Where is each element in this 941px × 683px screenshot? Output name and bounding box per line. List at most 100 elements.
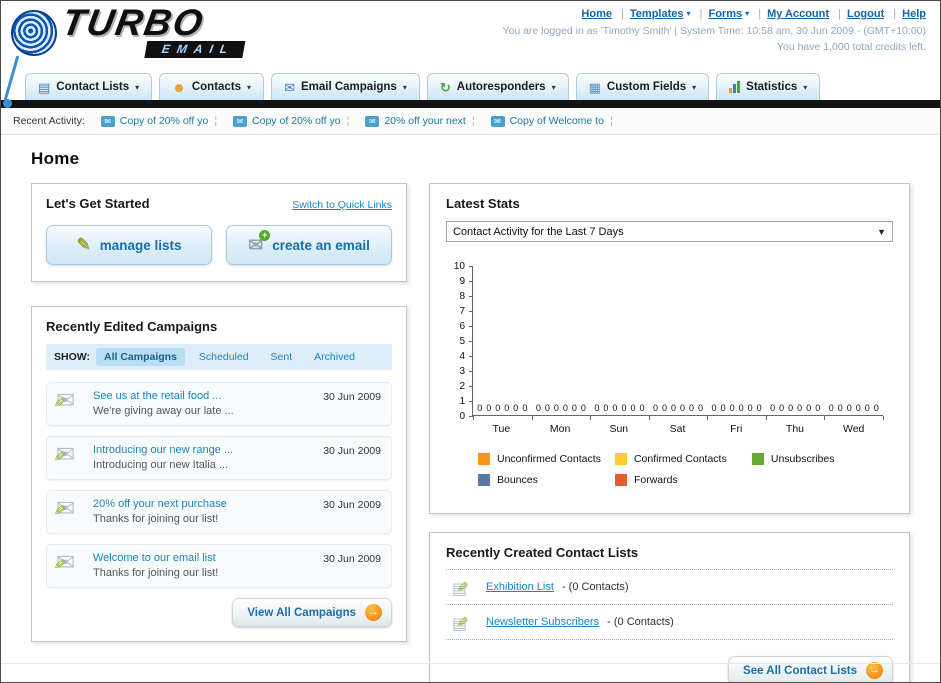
campaign-item[interactable]: ✉ ✎ Welcome to our email list Thanks for… [46, 544, 392, 588]
legend-label: Unconfirmed Contacts [497, 453, 601, 465]
campaign-title-link[interactable]: Welcome to our email list [93, 552, 296, 564]
nav-divider-bar [1, 100, 940, 108]
link-help[interactable]: Help [902, 8, 926, 20]
turbo-email-logo[interactable]: TURBO EMAIL [11, 2, 247, 59]
pencil-icon: ✎ [49, 556, 68, 571]
contact-list-count: - (0 Contacts) [561, 581, 629, 593]
x-axis-tick [824, 416, 826, 420]
legend-item: Unsubscribes [751, 453, 889, 465]
autoresponder-refresh-icon: ↻ [439, 79, 451, 95]
custom-fields-grid-icon: ▦ [588, 79, 601, 95]
campaigns-panel-title: Recently Edited Campaigns [46, 319, 218, 334]
x-axis-label: Tue [492, 423, 511, 435]
link-templates[interactable]: Templates [630, 8, 684, 20]
filter-all-campaigns[interactable]: All Campaigns [95, 348, 185, 366]
x-axis-label: Fri [730, 423, 743, 435]
y-axis-tick [469, 386, 473, 387]
y-axis-tick [469, 356, 473, 357]
y-axis-label: 6 [459, 321, 465, 332]
y-axis-tick [469, 326, 473, 327]
y-axis-label: 5 [459, 336, 465, 347]
filter-scheduled[interactable]: Scheduled [191, 348, 257, 366]
link-home[interactable]: Home [581, 8, 612, 20]
bar-value-labels: 000000 [828, 403, 879, 413]
campaign-subtitle: Thanks for joining our list! [93, 567, 219, 579]
latest-stats-title: Latest Stats [446, 196, 520, 211]
chevron-down-icon: ▾ [686, 9, 691, 18]
link-my-account[interactable]: My Account [767, 8, 829, 20]
contact-list-item[interactable]: ▤ ✎ Newsletter Subscribers - (0 Contacts… [446, 605, 893, 640]
y-axis-tick [469, 296, 473, 297]
x-axis-tick [765, 416, 767, 420]
stats-period-select[interactable]: Contact Activity for the Last 7 Days ▼ [446, 221, 893, 242]
left-column: Let's Get Started Switch to Quick Links … [31, 183, 407, 642]
envelope-plus-icon: ✉ + [248, 229, 271, 256]
campaign-title-link[interactable]: Introducing our new range ... [93, 444, 296, 456]
legend-item: Bounces [478, 474, 615, 486]
tab-autoresponders[interactable]: ↻ Autoresponders ▾ [426, 73, 569, 100]
filter-archived[interactable]: Archived [306, 348, 363, 366]
create-email-label: create an email [272, 237, 370, 253]
recent-activity-item[interactable]: ✉ Copy of Welcome to [490, 115, 613, 127]
recent-activity-item[interactable]: ✉ Copy of 20% off yo [100, 115, 217, 127]
contact-lists-icon: ▤ [38, 79, 51, 95]
manage-lists-button[interactable]: ✎ manage lists [46, 225, 212, 265]
y-axis-label: 1 [459, 396, 465, 407]
y-axis-label: 10 [453, 261, 465, 272]
get-started-title: Let's Get Started [46, 196, 150, 211]
recent-activity-item[interactable]: ✉ 20% off your next [365, 115, 474, 127]
manage-lists-label: manage lists [99, 237, 182, 253]
campaign-item[interactable]: ✉ ✎ 20% off your next purchase Thanks fo… [46, 490, 392, 534]
bar-value-labels: 000000 [535, 403, 586, 413]
see-all-contact-lists-button[interactable]: See All Contact Lists → [728, 656, 893, 682]
x-axis-label: Mon [549, 423, 571, 435]
contact-activity-chart: 10 9 8 7 6 5 4 3 2 1 0 000000000000000000000000000… [446, 261, 893, 422]
legend-swatch [478, 474, 490, 486]
campaign-item[interactable]: ✉ ✎ Introducing our new range ... Introd… [46, 436, 392, 480]
create-email-button[interactable]: ✉ + create an email [226, 225, 392, 265]
tab-email-campaigns[interactable]: ✉ Email Campaigns ▾ [271, 73, 420, 100]
tab-label: Custom Fields [606, 81, 687, 93]
filter-sent[interactable]: Sent [263, 348, 301, 366]
logo-text: TURBO EMAIL [56, 2, 252, 59]
campaign-title-link[interactable]: See us at the retail food ... [93, 390, 296, 402]
legend-item: Forwards [614, 474, 752, 486]
pencil-icon: ✎ [453, 580, 471, 594]
campaign-item[interactable]: ✉ ✎ See us at the retail food ... We're … [46, 382, 392, 426]
envelope-icon: ✉ [365, 115, 380, 127]
y-axis-label: 4 [459, 351, 465, 362]
page-title: Home [31, 149, 80, 168]
chart-zero-labels: 000000 000000 000000 000000 000000 000000 0000… [473, 403, 883, 413]
tab-contacts[interactable]: ☻ Contacts ▾ [159, 73, 265, 100]
tab-label: Statistics [746, 81, 798, 93]
envelope-icon: ✉ [100, 115, 115, 127]
campaign-title-link[interactable]: 20% off your next purchase [93, 498, 296, 510]
right-column: Latest Stats Contact Activity for the La… [429, 183, 910, 682]
logo-swirl-icon [11, 10, 57, 56]
switch-to-quick-links[interactable]: Switch to Quick Links [292, 199, 392, 211]
contact-list-item[interactable]: ▤ ✎ Exhibition List - (0 Contacts) [446, 570, 893, 605]
envelope-icon: ✉ [284, 79, 295, 95]
bar-value-labels: 000000 [711, 403, 762, 413]
bar-value-labels: 000000 [652, 403, 704, 413]
tab-label: Contact Lists [56, 81, 130, 93]
footer-divider [1, 663, 940, 664]
link-logout[interactable]: Logout [847, 8, 884, 20]
view-all-campaigns-button[interactable]: View All Campaigns → [232, 598, 392, 627]
contact-list-name-link[interactable]: Newsletter Subscribers [486, 616, 599, 628]
tab-custom-fields[interactable]: ▦ Custom Fields ▾ [575, 73, 710, 100]
chart-x-labels: Tue Mon Sun Sat Fri Thu Wed [472, 423, 893, 435]
x-axis-tick [590, 416, 592, 420]
link-forms[interactable]: Forms [708, 8, 742, 20]
contact-list-count: - (0 Contacts) [607, 616, 674, 628]
x-axis-label: Wed [842, 423, 865, 435]
contact-list-name-link[interactable]: Exhibition List [486, 581, 554, 593]
tab-label: Autoresponders [456, 81, 546, 93]
y-axis-tick [469, 401, 473, 402]
chart-plot: 000000 000000 000000 000000 000000 000000 0000… [469, 266, 884, 420]
recent-activity-item[interactable]: ✉ Copy of 20% off yo [233, 115, 349, 127]
edit-list-icon: ▤ ✎ [452, 614, 478, 636]
tab-contact-lists[interactable]: ▤ Contact Lists ▾ [25, 73, 153, 100]
get-started-panel: Let's Get Started Switch to Quick Links … [31, 183, 407, 282]
tab-statistics[interactable]: Statistics ▾ [716, 73, 821, 100]
